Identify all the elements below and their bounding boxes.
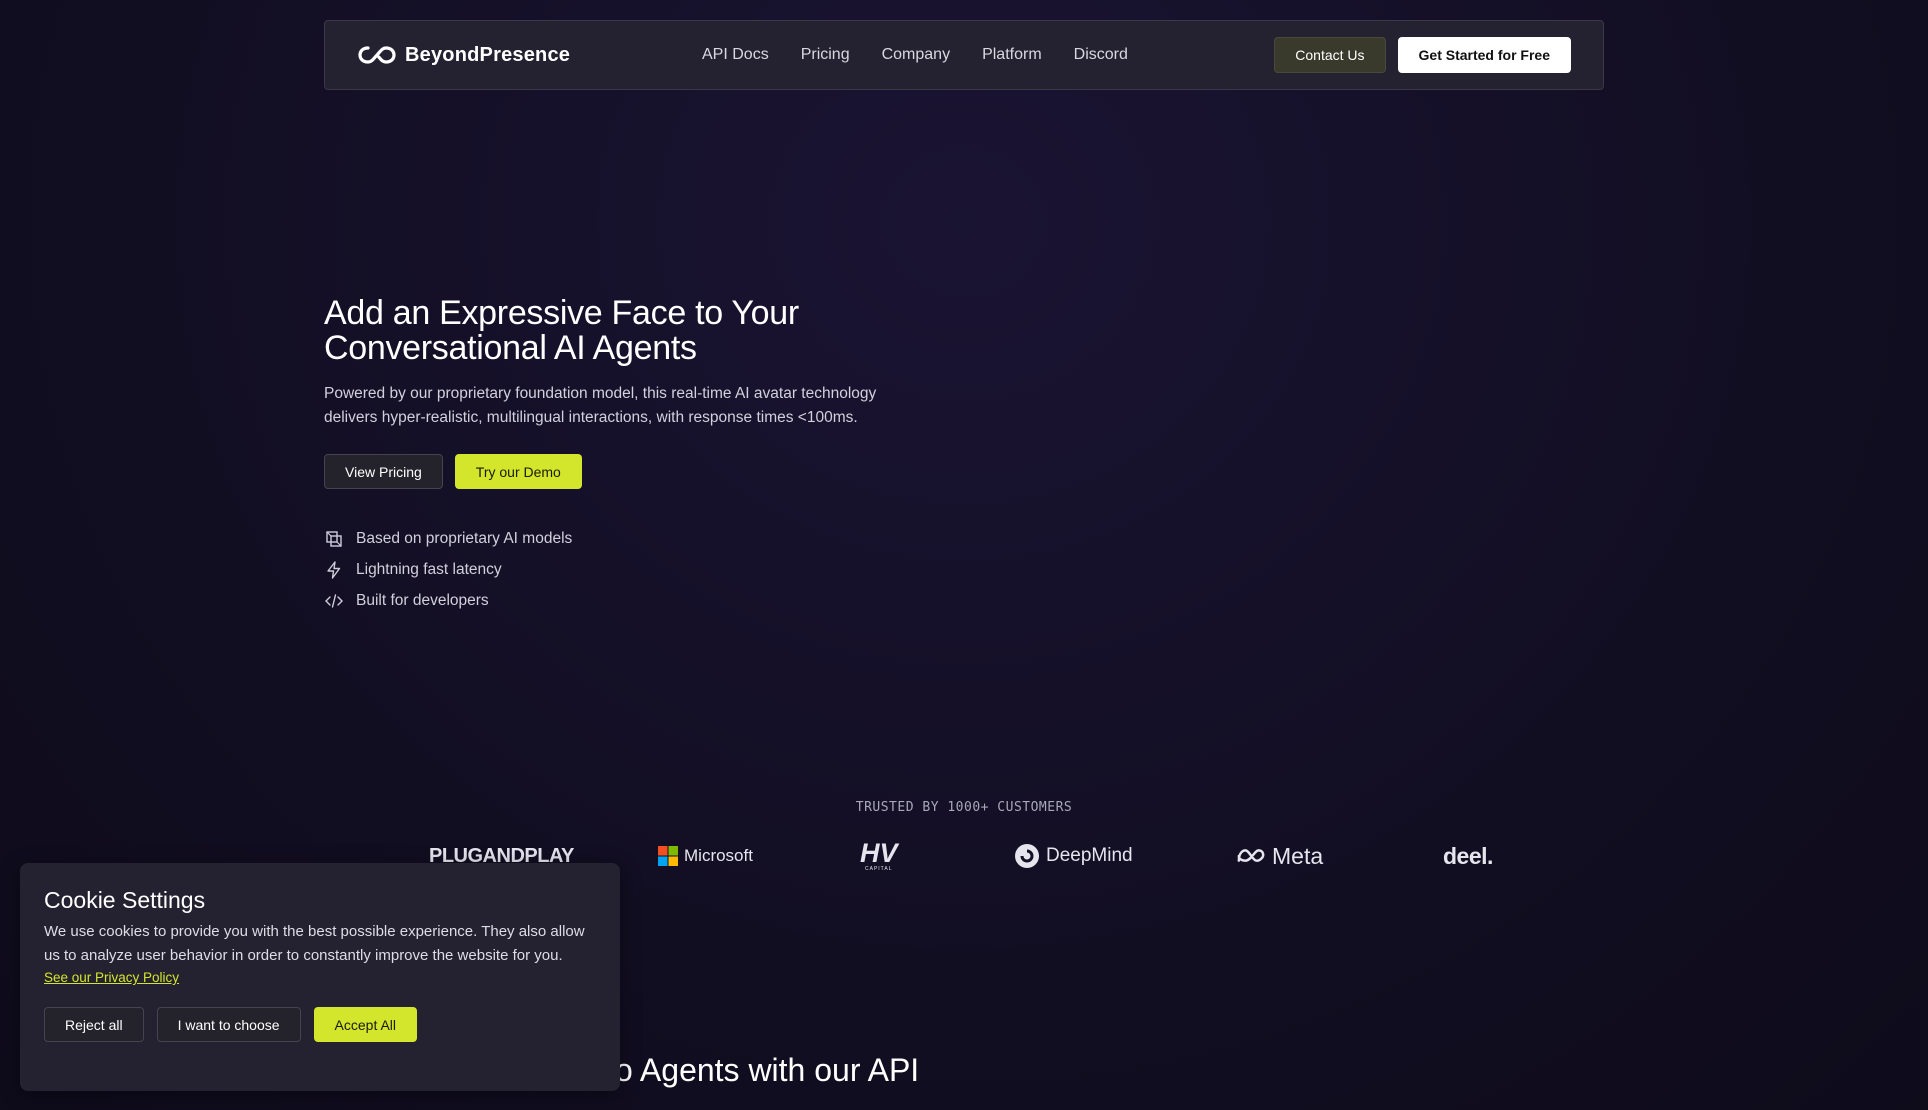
deepmind-logo-text: DeepMind (1046, 845, 1133, 866)
hv-capital-logo: HV CAPITAL (860, 836, 898, 876)
api-section-title: o Agents with our API (615, 1052, 920, 1088)
nav-link-pricing[interactable]: Pricing (801, 46, 850, 64)
accept-all-button[interactable]: Accept All (313, 1007, 418, 1042)
feature-item: Built for developers (324, 591, 884, 611)
cookie-banner: Cookie Settings We use cookies to provid… (20, 863, 620, 1091)
nav-link-company[interactable]: Company (882, 46, 950, 64)
hv-logo-text: HV (860, 838, 898, 868)
nav-link-api-docs[interactable]: API Docs (702, 46, 769, 64)
cookie-title: Cookie Settings (44, 887, 206, 913)
meta-logo: Meta (1236, 836, 1323, 876)
code-icon (324, 591, 344, 611)
nav-link-platform[interactable]: Platform (982, 46, 1042, 64)
reject-all-button[interactable]: Reject all (44, 1007, 144, 1042)
nav-links: API Docs Pricing Company Platform Discor… (702, 46, 1128, 64)
nav-actions: Contact Us Get Started for Free (1274, 37, 1571, 73)
meta-icon (1237, 849, 1265, 862)
top-navbar: BeyondPresence API Docs Pricing Company … (324, 20, 1604, 90)
deel-logo: deel. (1443, 842, 1493, 869)
feature-item: Based on proprietary AI models (324, 529, 884, 549)
lightning-icon (324, 560, 344, 580)
trusted-label: TRUSTED BY 1000+ CUSTOMERS (855, 800, 1073, 815)
brand-name: BeyondPresence (405, 43, 571, 66)
hero-buttons: View Pricing Try our Demo (324, 454, 884, 489)
nav-link-discord[interactable]: Discord (1074, 46, 1128, 64)
deepmind-logo: DeepMind (1014, 836, 1133, 876)
feature-label: Based on proprietary AI models (356, 530, 573, 547)
hero-title-line2: Conversational AI Agents (324, 329, 697, 367)
microsoft-logo-text: Microsoft (684, 846, 753, 865)
microsoft-logo: Microsoft (658, 836, 753, 876)
feature-list: Based on proprietary AI models Lightning… (324, 529, 884, 611)
get-started-button[interactable]: Get Started for Free (1397, 37, 1571, 73)
contact-us-button[interactable]: Contact Us (1274, 37, 1386, 73)
model-icon (324, 529, 344, 549)
feature-item: Lightning fast latency (324, 560, 884, 580)
cookie-buttons: Reject all I want to choose Accept All (44, 1007, 596, 1042)
feature-label: Lightning fast latency (356, 561, 502, 578)
microsoft-icon (658, 846, 678, 866)
meta-logo-text: Meta (1272, 842, 1324, 869)
feature-label: Built for developers (356, 592, 489, 609)
cookie-text: We use cookies to provide you with the b… (44, 923, 585, 964)
view-pricing-button[interactable]: View Pricing (324, 454, 443, 489)
hero-section: Add an Expressive Face to Your Conversat… (324, 296, 884, 611)
choose-cookies-button[interactable]: I want to choose (156, 1007, 301, 1042)
try-demo-button[interactable]: Try our Demo (454, 454, 582, 489)
infinity-logo-icon (358, 46, 396, 64)
hero-title-line1: Add an Expressive Face to Your (324, 294, 799, 332)
privacy-policy-link[interactable]: See our Privacy Policy (44, 970, 179, 985)
deepmind-icon (1015, 844, 1039, 868)
hv-logo-subtext: CAPITAL (865, 866, 893, 872)
hero-subtitle: Powered by our proprietary foundation mo… (324, 385, 877, 426)
hero-title: Add an Expressive Face to Your Conversat… (324, 296, 884, 366)
brand-logo[interactable]: BeyondPresence (357, 44, 697, 67)
